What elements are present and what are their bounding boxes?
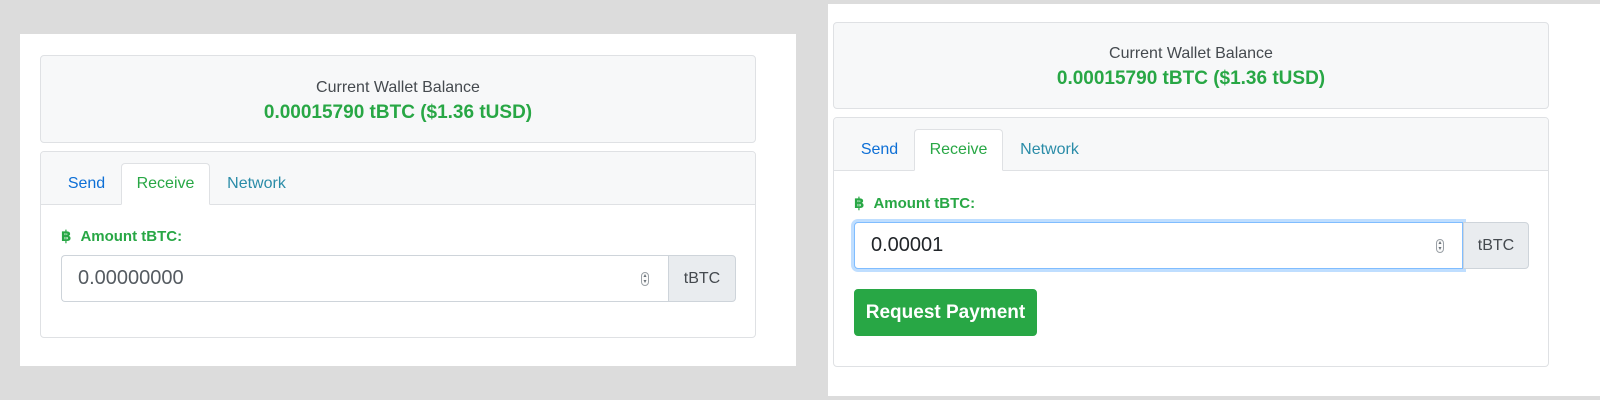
number-spinner-icon[interactable]: ▴ ▾ [1436,238,1444,253]
balance-value: 0.00015790 tBTC ($1.36 tUSD) [1056,68,1326,89]
balance-label: Current Wallet Balance [316,79,480,96]
tabs-card: Send Receive Network ฿ Amount tBTC: ▴▾ t… [40,151,756,338]
tab-send[interactable]: Send [845,129,914,171]
tab-receive[interactable]: Receive [914,129,1003,171]
balance-card: Current Wallet Balance 0.00015790 tBTC (… [833,22,1549,109]
tab-bar: Send Receive Network [834,118,1548,171]
tabs-card: Send Receive Network ฿ Amount tBTC: ▴▾ t… [833,117,1549,367]
tab-network[interactable]: Network [210,163,303,205]
amount-input[interactable] [854,222,1463,269]
balance-value: 0.00015790 tBTC ($1.36 tUSD) [263,102,533,123]
amount-input-group: ▴▾ tBTC [854,222,1529,269]
request-payment-button[interactable]: Request Payment [854,289,1037,336]
unit-addon: tBTC [1463,222,1529,269]
balance-label: Current Wallet Balance [1109,45,1273,62]
bitcoin-icon: ฿ [854,195,865,212]
number-spinner-icon[interactable]: ▴ ▾ [641,271,649,286]
amount-label: ฿ Amount tBTC: [61,227,183,246]
wallet-panel-empty: Current Wallet Balance 0.00015790 tBTC (… [20,34,796,366]
tab-send[interactable]: Send [52,163,121,205]
amount-label: ฿ Amount tBTC: [854,194,976,213]
bitcoin-icon: ฿ [61,228,72,245]
tab-receive[interactable]: Receive [121,163,210,205]
unit-addon: tBTC [668,255,736,302]
balance-card: Current Wallet Balance 0.00015790 tBTC (… [40,55,756,143]
wallet-panel-filled: Current Wallet Balance 0.00015790 tBTC (… [828,4,1600,396]
amount-input-group: ▴▾ tBTC [61,255,736,302]
amount-input[interactable] [61,255,668,302]
amount-label-text: Amount tBTC: [80,227,183,245]
tab-bar: Send Receive Network [41,152,755,205]
tab-network[interactable]: Network [1003,129,1096,171]
amount-label-text: Amount tBTC: [873,194,976,212]
